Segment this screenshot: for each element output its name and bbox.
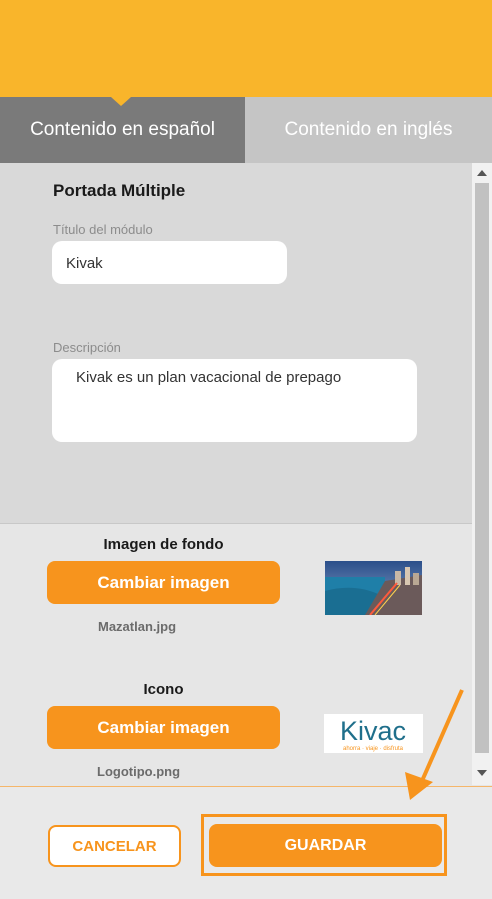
scrollbar-thumb[interactable] (475, 183, 489, 753)
header-bar (0, 0, 492, 97)
scroll-up-arrow-icon[interactable] (477, 170, 487, 176)
description-textarea[interactable]: Kivak es un plan vacacional de prepago (52, 359, 417, 442)
change-background-image-button[interactable]: Cambiar imagen (47, 561, 280, 604)
background-image-filename: Mazatlan.jpg (98, 619, 177, 634)
language-tabs: Contenido en español Contenido en inglés (0, 97, 492, 163)
icon-image-filename: Logotipo.png (97, 764, 181, 779)
text-fields-section: Portada Múltiple Título del módulo Kivak… (0, 163, 472, 524)
logo-tagline: ahorra · viaje · disfruta (343, 746, 404, 752)
save-button[interactable]: GUARDAR (209, 824, 442, 867)
cancel-button[interactable]: CANCELAR (48, 825, 181, 867)
tab-spanish-content[interactable]: Contenido en español (0, 97, 245, 163)
change-icon-image-button[interactable]: Cambiar imagen (47, 706, 280, 749)
annotation-arrow-icon (405, 689, 464, 800)
background-image-thumbnail (325, 561, 422, 615)
module-title-input[interactable]: Kivak (52, 241, 287, 284)
tab-english-content[interactable]: Contenido en inglés (245, 97, 492, 163)
background-image-label: Imagen de fondo (103, 536, 224, 553)
module-title-label: Título del módulo (53, 222, 153, 237)
logo-text: Kivac (340, 716, 406, 746)
vertical-scrollbar[interactable] (472, 163, 492, 785)
icon-label: Icono (143, 681, 184, 698)
scroll-down-arrow-icon[interactable] (477, 770, 487, 776)
section-title: Portada Múltiple (53, 181, 186, 200)
description-label: Descripción (53, 340, 121, 355)
